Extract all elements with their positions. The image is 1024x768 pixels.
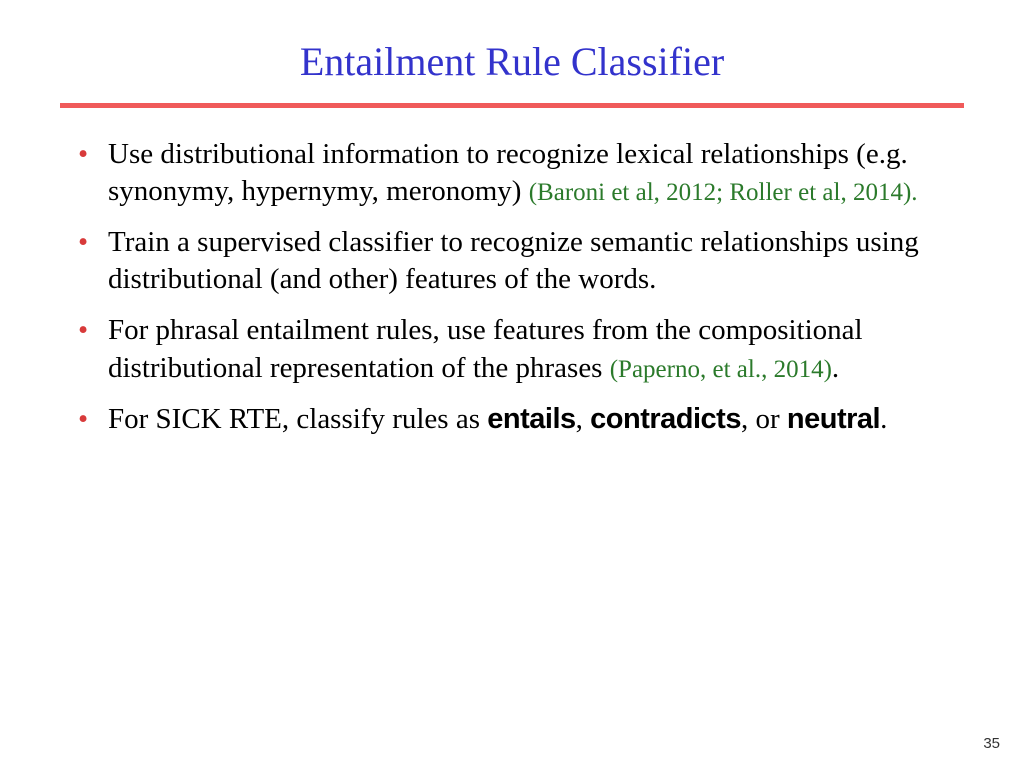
bullet-item: Use distributional information to recogn… [78, 136, 964, 210]
bullet-item: Train a supervised classifier to recogni… [78, 224, 964, 298]
label-neutral: neutral [787, 403, 880, 435]
citation: (Paperno, et al., 2014) [610, 356, 832, 383]
slide: Entailment Rule Classifier Use distribut… [0, 0, 1024, 768]
bullet-text: Train a supervised classifier to recogni… [108, 226, 919, 295]
separator: , [576, 403, 591, 435]
bullet-item: For phrasal entailment rules, use featur… [78, 312, 964, 386]
slide-title: Entailment Rule Classifier [60, 38, 964, 85]
label-contradicts: contradicts [590, 403, 741, 435]
label-entails: entails [487, 403, 575, 435]
separator: , or [741, 403, 787, 435]
citation: (Baroni et al, 2012; Roller et al, 2014)… [529, 179, 918, 206]
bullet-trail: . [832, 352, 839, 384]
bullet-trail: . [880, 403, 887, 435]
bullet-list: Use distributional information to recogn… [60, 136, 964, 438]
page-number: 35 [983, 735, 1000, 752]
bullet-item: For SICK RTE, classify rules as entails,… [78, 401, 964, 438]
title-divider [60, 103, 964, 108]
bullet-text: For SICK RTE, classify rules as [108, 403, 487, 435]
